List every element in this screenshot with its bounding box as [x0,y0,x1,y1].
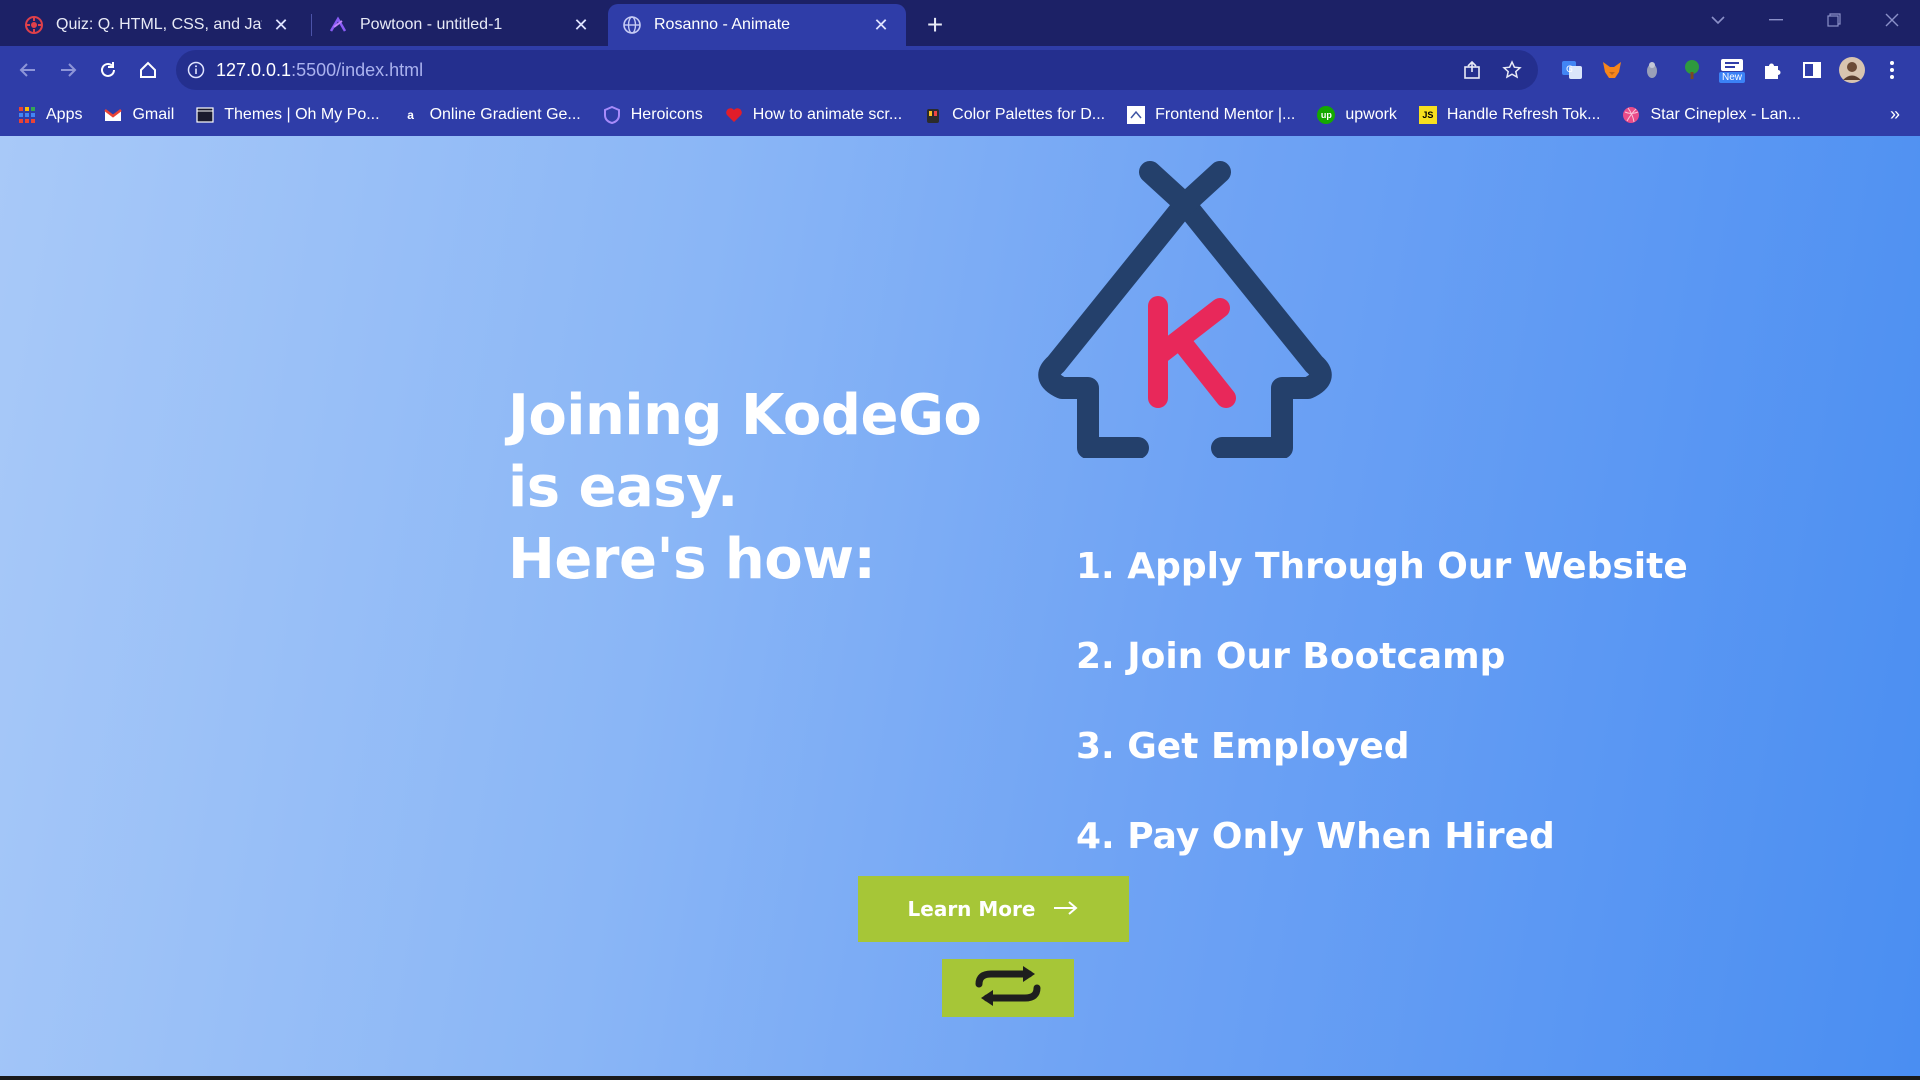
minimize-icon[interactable] [1748,0,1804,40]
learn-more-button[interactable]: Learn More [858,876,1129,942]
step-employed: 3. Get Employed [1076,726,1410,767]
restore-icon[interactable] [1806,0,1862,40]
headline-line: is easy. [508,455,738,520]
replay-animation-button[interactable] [942,959,1074,1017]
bookmark-label: Star Cineplex - Lan... [1650,106,1801,123]
reload-icon[interactable] [90,52,126,88]
close-tab-icon[interactable]: ✕ [870,14,892,36]
bookmark-star-icon[interactable] [1496,54,1528,86]
bookmark-refresh-token[interactable]: JS Handle Refresh Tok... [1418,106,1601,124]
tab-powtoon[interactable]: Powtoon - untitled-1 ✕ [314,4,606,46]
bookmark-upwork[interactable]: up upwork [1317,106,1397,124]
bookmark-heroicons[interactable]: Heroicons [603,106,703,124]
dribbble-icon [1622,106,1640,124]
logo-letter-k [1148,296,1236,408]
url-text[interactable]: 127.0.0.1:5500/index.html [216,60,423,81]
bookmark-star-cineplex[interactable]: Star Cineplex - Lan... [1622,106,1801,124]
page-content: Joining KodeGo is easy. Here's how: 1. A… [0,136,1920,1076]
tab-quiz[interactable]: Quiz: Q. HTML, CSS, and JavaScri ✕ [10,4,306,46]
globe-favicon [622,15,642,35]
step-apply: 1. Apply Through Our Website [1076,546,1688,587]
bookmark-animate[interactable]: How to animate scr... [725,106,902,124]
tab-strip: Quiz: Q. HTML, CSS, and JavaScri ✕ Powto… [0,0,1920,46]
kodego-house-logo [1038,161,1332,458]
home-icon[interactable] [130,52,166,88]
step-pay: 4. Pay Only When Hired [1076,816,1555,857]
browser-menu-icon[interactable] [1876,54,1908,86]
apps-grid-icon [18,106,36,124]
bookmark-gmail[interactable]: Gmail [104,106,174,124]
bookmark-label: Handle Refresh Tok... [1446,106,1601,123]
forward-arrow-icon[interactable] [50,52,86,88]
new-tab-button[interactable]: + [918,8,952,42]
bookmark-label: Online Gradient Ge... [429,106,581,123]
tab-search-chevron-icon[interactable] [1690,0,1746,40]
step-join: 2. Join Our Bootcamp [1076,636,1506,677]
gradient-icon: a [407,108,414,122]
new-badge: New [1718,71,1745,83]
bookmarks-overflow-button[interactable]: » [1890,104,1900,125]
share-icon[interactable] [1456,54,1488,86]
new-extension-icon[interactable]: New [1716,54,1748,86]
page-headline: Joining KodeGo is easy. Here's how: [508,380,1068,596]
close-tab-icon[interactable]: ✕ [270,14,292,36]
headline-line: Here's how: [508,527,876,592]
svg-text:G: G [1566,65,1573,75]
bookmark-label: Gmail [132,106,175,123]
close-tab-icon[interactable]: ✕ [570,14,592,36]
back-arrow-icon[interactable] [10,52,46,88]
bookmark-label: Frontend Mentor |... [1155,106,1296,123]
extension-icon[interactable] [1636,54,1668,86]
bookmark-label: Apps [46,106,83,123]
shield-icon [603,106,621,124]
bookmark-label: Color Palettes for D... [952,106,1106,123]
side-panel-icon[interactable] [1796,54,1828,86]
bookmark-label: Themes | Oh My Po... [224,106,380,123]
upwork-icon: up [1317,106,1336,124]
tab-rosanno-animate[interactable]: Rosanno - Animate ✕ [608,4,906,46]
tab-title: Powtoon - untitled-1 [360,16,503,33]
close-window-icon[interactable] [1864,0,1920,40]
bookmarks-bar: Apps Gmail Themes | Oh My Po... a Online… [0,94,1920,136]
translate-extension-icon[interactable]: G [1556,54,1588,86]
gmail-icon [104,106,123,124]
tab-title: Quiz: Q. HTML, CSS, and JavaScri [56,16,262,33]
tab-title: Rosanno - Animate [654,16,791,33]
frontend-mentor-icon [1127,106,1146,124]
address-bar[interactable]: 127.0.0.1:5500/index.html [176,50,1538,90]
metamask-extension-icon[interactable] [1596,54,1628,86]
headline-line: Joining KodeGo [508,383,982,448]
js-icon: JS [1418,106,1437,124]
tab-divider [311,14,312,36]
url-host: 127.0.0.1 [216,59,292,80]
bookmark-gradient[interactable]: a Online Gradient Ge... [402,106,581,124]
logo-roof-cross [1139,161,1231,215]
arrow-right-icon [1053,897,1079,921]
tree-extension-icon[interactable] [1676,54,1708,86]
terminal-icon [196,106,214,124]
bookmark-label: upwork [1345,106,1397,123]
repeat-icon [971,964,1045,1013]
site-info-icon[interactable] [176,50,216,90]
bookmark-palettes[interactable]: Color Palettes for D... [924,106,1105,124]
bookmark-label: Heroicons [630,106,703,123]
extensions-puzzle-icon[interactable] [1756,54,1788,86]
powtoon-favicon [328,15,348,35]
quiz-favicon [24,15,44,35]
bookmark-frontend-mentor[interactable]: Frontend Mentor |... [1127,106,1295,124]
url-path: :5500/index.html [291,59,424,80]
bookmark-apps[interactable]: Apps [18,106,82,124]
browser-toolbar: 127.0.0.1:5500/index.html G New [0,46,1920,94]
profile-avatar[interactable] [1836,54,1868,86]
bookmark-themes[interactable]: Themes | Oh My Po... [196,106,380,124]
bookmark-label: How to animate scr... [752,106,903,123]
palette-icon [924,106,942,124]
window-bottom-edge [0,1076,1920,1080]
heart-icon [725,106,743,124]
learn-more-label: Learn More [907,897,1036,921]
